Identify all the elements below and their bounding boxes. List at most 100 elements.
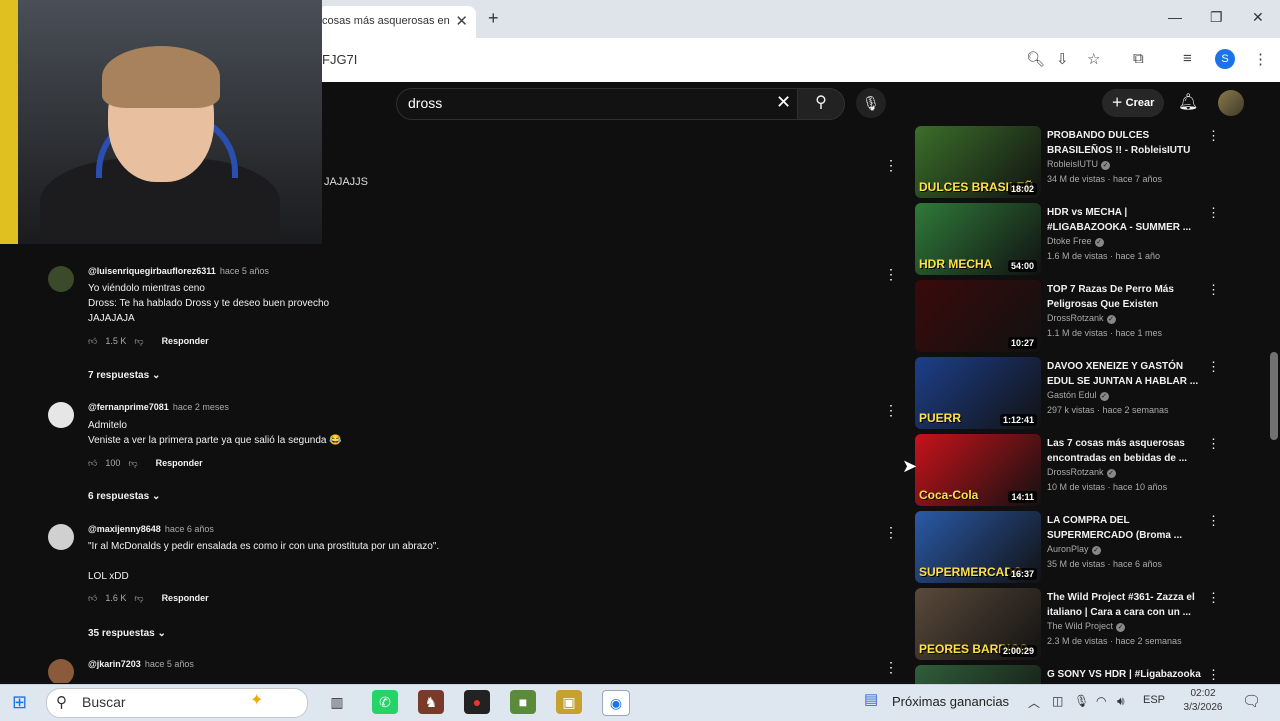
comment-menu-icon[interactable]: ⋮ bbox=[884, 157, 898, 174]
whatsapp-icon[interactable]: ✆ bbox=[372, 690, 398, 714]
author-handle[interactable]: @maxijenny8648 bbox=[88, 524, 161, 534]
comment-author[interactable]: @luisenriquegirbauflorez6311 hace 5 años bbox=[88, 266, 269, 276]
search-query[interactable]: dross bbox=[408, 95, 442, 111]
video-thumbnail[interactable]: HDR MECHA 54:00 bbox=[915, 203, 1041, 275]
comment-date[interactable]: hace 5 años bbox=[220, 266, 269, 276]
video-thumbnail[interactable]: PUERR 1:12:41 bbox=[915, 357, 1041, 429]
view-replies-button[interactable]: 6 respuestas ⌄ bbox=[88, 491, 160, 502]
dislike-icon[interactable]: 👎︎ bbox=[134, 336, 143, 346]
microphone-icon[interactable]: 🎙︎ bbox=[1074, 694, 1089, 708]
windows-start-icon[interactable]: ⊞ bbox=[12, 692, 27, 713]
notifications-bell-icon[interactable]: 🔔︎ bbox=[1178, 92, 1198, 112]
chevron-up-icon[interactable]: ︿ bbox=[1028, 694, 1040, 711]
reply-button[interactable]: Responder bbox=[162, 336, 209, 346]
comment-date[interactable]: hace 5 años bbox=[145, 659, 194, 669]
video-menu-icon[interactable]: ⋮ bbox=[1207, 359, 1220, 375]
view-replies-button[interactable]: 35 respuestas ⌄ bbox=[88, 628, 166, 639]
clear-search-icon[interactable]: ✕ bbox=[776, 92, 791, 113]
video-menu-icon[interactable]: ⋮ bbox=[1207, 128, 1220, 144]
taskbar-search-placeholder[interactable]: Buscar bbox=[82, 694, 126, 710]
maximize-icon[interactable]: ❐ bbox=[1210, 9, 1223, 26]
comment-avatar[interactable] bbox=[48, 659, 74, 683]
related-video-item[interactable]: HDR MECHA 54:00 HDR vs MECHA | #LIGABAZOOK… bbox=[915, 203, 1240, 277]
channel-name[interactable]: Dtoke Free ✓ bbox=[1047, 236, 1104, 247]
video-title[interactable]: TOP 7 Razas De Perro Más Peligrosas Que … bbox=[1047, 282, 1207, 312]
channel-label[interactable]: RobleisIUTU bbox=[1047, 159, 1098, 169]
task-view-icon[interactable]: ▥ bbox=[324, 690, 350, 714]
dislike-icon[interactable]: 👎︎ bbox=[134, 593, 143, 603]
search-button[interactable]: ⚲ bbox=[797, 88, 845, 120]
like-icon[interactable]: 👍︎ bbox=[88, 593, 97, 603]
comment-date[interactable]: hace 2 meses bbox=[173, 402, 229, 412]
dislike-icon[interactable]: 👎︎ bbox=[128, 458, 137, 468]
channel-label[interactable]: Gastón Edul bbox=[1047, 390, 1097, 400]
bookmark-star-icon[interactable]: ☆ bbox=[1087, 50, 1100, 68]
game-app-icon[interactable]: ♞ bbox=[418, 690, 444, 714]
scrollbar-thumb[interactable] bbox=[1270, 352, 1278, 440]
comment-author[interactable]: @jkarin7203 hace 5 años bbox=[88, 659, 194, 669]
channel-name[interactable]: Gastón Edul ✓ bbox=[1047, 390, 1109, 401]
comment-avatar[interactable] bbox=[48, 266, 74, 292]
minecraft-icon[interactable]: ■ bbox=[510, 690, 536, 714]
chrome-icon[interactable]: ◉ bbox=[602, 690, 630, 716]
camera-icon[interactable]: ◫ bbox=[1052, 694, 1063, 708]
comment-menu-icon[interactable]: ⋮ bbox=[884, 402, 898, 419]
video-thumbnail[interactable]: Coca-Cola 14:11 bbox=[915, 434, 1041, 506]
microphone-icon[interactable]: 🎙︎ bbox=[856, 88, 886, 118]
video-menu-icon[interactable]: ⋮ bbox=[1207, 667, 1220, 683]
recorder-app-icon[interactable]: ● bbox=[464, 690, 490, 714]
profile-avatar[interactable]: S bbox=[1215, 49, 1235, 69]
comment-author[interactable]: @fernanprime7081 hace 2 meses bbox=[88, 402, 229, 412]
related-video-item[interactable]: DULCES BRASILEÑ 18:02 PROBANDO DULCES BRAS… bbox=[915, 126, 1240, 200]
comment-menu-icon[interactable]: ⋮ bbox=[884, 266, 898, 283]
channel-label[interactable]: DrossRotzank bbox=[1047, 467, 1104, 477]
widget-text[interactable]: Próximas ganancias bbox=[892, 694, 1009, 709]
video-menu-icon[interactable]: ⋮ bbox=[1207, 513, 1220, 529]
video-title[interactable]: G SONY VS HDR | #Ligabazooka bbox=[1047, 667, 1207, 682]
comment-date[interactable]: hace 6 años bbox=[165, 524, 214, 534]
minimize-icon[interactable]: — bbox=[1168, 9, 1182, 25]
video-thumbnail[interactable]: DULCES BRASILEÑ 18:02 bbox=[915, 126, 1041, 198]
close-window-icon[interactable]: ✕ bbox=[1252, 9, 1264, 26]
related-video-item[interactable]: PEORES BARRIOS 2:00:29 The Wild Project #3… bbox=[915, 588, 1240, 662]
comment-menu-icon[interactable]: ⋮ bbox=[884, 659, 898, 676]
reply-button[interactable]: Responder bbox=[162, 593, 209, 603]
related-video-item[interactable]: SUPERMERCADO 16:37 LA COMPRA DEL SUPERMERC… bbox=[915, 511, 1240, 585]
wifi-icon[interactable]: ◠ bbox=[1096, 694, 1106, 708]
user-avatar[interactable] bbox=[1218, 90, 1244, 116]
related-video-item[interactable]: 10:27 TOP 7 Razas De Perro Más Peligrosas… bbox=[915, 280, 1240, 354]
like-icon[interactable]: 👍︎ bbox=[88, 336, 97, 346]
video-menu-icon[interactable]: ⋮ bbox=[1207, 205, 1220, 221]
browser-tab[interactable]: cosas más asquerosas en ✕ bbox=[318, 6, 476, 38]
related-video-item[interactable]: G SONY VS HDR | #Ligabazooka ⋮ bbox=[915, 665, 1240, 684]
video-thumbnail[interactable]: PEORES BARRIOS 2:00:29 bbox=[915, 588, 1041, 660]
channel-label[interactable]: DrossRotzank bbox=[1047, 313, 1104, 323]
channel-name[interactable]: DrossRotzank ✓ bbox=[1047, 313, 1116, 324]
video-menu-icon[interactable]: ⋮ bbox=[1207, 590, 1220, 606]
video-title[interactable]: Las 7 cosas más asquerosas encontradas e… bbox=[1047, 436, 1207, 466]
channel-label[interactable]: The Wild Project bbox=[1047, 621, 1113, 631]
video-title[interactable]: HDR vs MECHA | #LIGABAZOOKA - SUMMER ... bbox=[1047, 205, 1207, 235]
video-title[interactable]: The Wild Project #361- Zazza el italiano… bbox=[1047, 590, 1207, 620]
media-control-icon[interactable]: ≡ bbox=[1183, 50, 1192, 67]
comment-author[interactable]: @maxijenny8648 hace 6 años bbox=[88, 524, 214, 534]
related-video-item[interactable]: PUERR 1:12:41 DAVOO XENEIZE Y GASTÓN EDUL … bbox=[915, 357, 1240, 431]
video-title[interactable]: LA COMPRA DEL SUPERMERCADO (Broma ... bbox=[1047, 513, 1207, 543]
channel-name[interactable]: AuronPlay ✓ bbox=[1047, 544, 1101, 555]
chrome-menu-icon[interactable]: ⋮ bbox=[1253, 50, 1268, 68]
url-text[interactable]: FJG7I bbox=[322, 52, 357, 67]
close-tab-icon[interactable]: ✕ bbox=[455, 12, 468, 30]
extensions-icon[interactable]: ⧉ bbox=[1133, 50, 1144, 67]
copilot-sparkle-icon[interactable]: ✦ bbox=[250, 690, 263, 710]
channel-name[interactable]: DrossRotzank ✓ bbox=[1047, 467, 1116, 478]
new-tab-icon[interactable]: + bbox=[488, 8, 499, 29]
comment-avatar[interactable] bbox=[48, 524, 74, 550]
video-thumbnail[interactable]: 10:27 bbox=[915, 280, 1041, 352]
channel-name[interactable]: RobleisIUTU ✓ bbox=[1047, 159, 1111, 170]
view-replies-button[interactable]: 7 respuestas ⌄ bbox=[88, 370, 160, 381]
like-icon[interactable]: 👍︎ bbox=[88, 458, 97, 468]
widget-icon[interactable]: ▤ bbox=[864, 690, 878, 708]
video-thumbnail[interactable] bbox=[915, 665, 1041, 684]
author-handle[interactable]: @luisenriquegirbauflorez6311 bbox=[88, 266, 216, 276]
video-menu-icon[interactable]: ⋮ bbox=[1207, 436, 1220, 452]
